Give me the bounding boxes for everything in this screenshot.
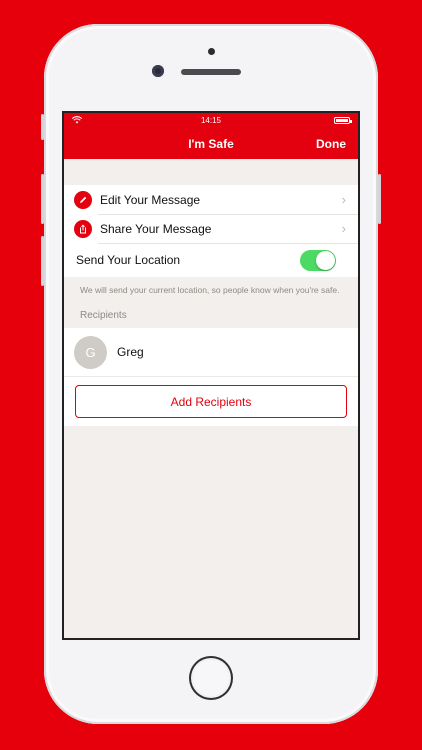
mute-switch — [41, 114, 44, 140]
done-button[interactable]: Done — [316, 137, 346, 151]
top-spacer — [64, 159, 358, 185]
message-options: Edit Your Message › Share Your Message ›… — [64, 185, 358, 277]
edit-message-row[interactable]: Edit Your Message › — [64, 185, 358, 214]
recipient-name: Greg — [117, 345, 144, 359]
location-note: We will send your current location, so p… — [80, 285, 340, 295]
edit-message-label: Edit Your Message — [100, 192, 201, 207]
power-button — [378, 174, 381, 224]
status-time: 14:15 — [200, 116, 222, 125]
share-message-label: Share Your Message — [100, 221, 212, 236]
page-title: I'm Safe — [188, 137, 234, 151]
home-button[interactable] — [189, 656, 233, 700]
proximity-sensor — [208, 48, 215, 55]
share-icon — [74, 219, 92, 238]
add-recipients-container: Add Recipients — [64, 376, 358, 426]
app-header: 14:15 I'm Safe Done — [64, 113, 358, 159]
earpiece-speaker — [181, 69, 241, 75]
chevron-right-icon: › — [341, 221, 346, 236]
app-screen: 14:15 I'm Safe Done Edit Your Message › … — [64, 113, 358, 638]
battery-icon — [334, 117, 352, 124]
recipients-heading: Recipients — [80, 310, 127, 321]
send-location-row: Send Your Location — [64, 243, 358, 277]
add-recipients-button[interactable]: Add Recipients — [75, 385, 347, 418]
recipient-item[interactable]: G Greg — [64, 328, 358, 376]
avatar: G — [74, 335, 107, 369]
volume-down-button — [41, 236, 44, 286]
send-location-label: Send Your Location — [76, 253, 181, 267]
share-message-row[interactable]: Share Your Message › — [64, 214, 358, 243]
front-camera — [152, 65, 164, 77]
pencil-icon — [74, 190, 92, 209]
navigation-bar: I'm Safe Done — [64, 129, 358, 159]
send-location-toggle[interactable] — [300, 250, 336, 271]
status-bar: 14:15 — [64, 113, 358, 129]
volume-up-button — [41, 174, 44, 224]
chevron-right-icon: › — [341, 192, 346, 207]
